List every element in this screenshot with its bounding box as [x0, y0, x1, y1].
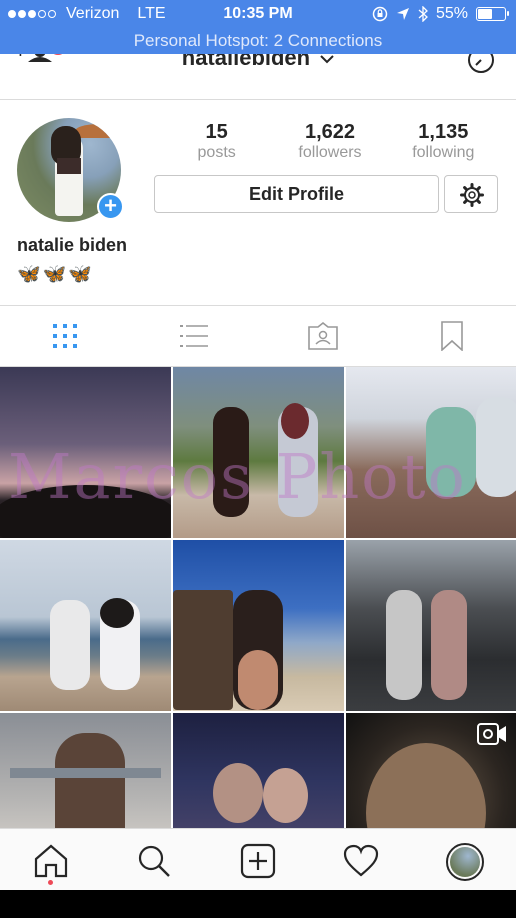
- post-grid: [0, 367, 516, 828]
- following-count: 1,135: [418, 121, 469, 143]
- profile-stats: 15 posts 1,622 followers 1,135 following: [160, 120, 500, 164]
- status-bar: Verizon LTE 10:35 PM 55%: [0, 0, 516, 30]
- screen-rotation-lock-icon: [372, 6, 388, 22]
- grid-view-icon: [52, 324, 77, 348]
- username-switcher[interactable]: nataliebiden: [0, 54, 516, 71]
- tab-tagged[interactable]: [258, 306, 387, 366]
- bottom-tab-bar: [0, 828, 516, 890]
- search-icon[interactable]: [136, 843, 172, 879]
- post-thumbnail[interactable]: [0, 540, 171, 711]
- profile-top-nav: + nataliebiden: [0, 54, 516, 100]
- profile-full-name: natalie biden: [17, 235, 128, 255]
- watermark: Marcos Photo: [8, 440, 467, 513]
- post-thumbnail[interactable]: [173, 713, 344, 828]
- post-thumbnail[interactable]: [346, 540, 516, 711]
- home-active-indicator: [48, 880, 53, 885]
- saved-icon: [440, 321, 463, 351]
- edit-profile-button[interactable]: Edit Profile: [154, 175, 439, 213]
- profile-view-tabs: [0, 305, 516, 367]
- list-view-icon: [179, 325, 208, 347]
- settings-button[interactable]: [444, 175, 498, 213]
- activity-heart-icon[interactable]: [343, 843, 379, 879]
- followers-count: 1,622: [304, 121, 356, 143]
- home-icon[interactable]: [33, 843, 69, 879]
- posts-count: 15: [205, 121, 228, 143]
- new-post-icon[interactable]: [240, 843, 276, 879]
- tab-list[interactable]: [129, 306, 258, 366]
- post-thumbnail-video[interactable]: [346, 713, 516, 828]
- stat-following[interactable]: 1,135 following: [387, 120, 500, 164]
- tab-saved[interactable]: [387, 306, 516, 366]
- location-arrow-icon: [396, 8, 409, 20]
- bluetooth-icon: [418, 6, 428, 22]
- history-icon[interactable]: [466, 54, 496, 78]
- battery-percent: 55%: [435, 5, 468, 22]
- tagged-photos-icon: [307, 322, 338, 350]
- gear-icon: [460, 183, 484, 207]
- username: nataliebiden: [181, 54, 311, 70]
- posts-label: posts: [197, 144, 236, 161]
- hotspot-banner[interactable]: Personal Hotspot: 2 Connections: [0, 30, 516, 54]
- stat-followers[interactable]: 1,622 followers: [273, 120, 386, 164]
- add-story-button[interactable]: +: [97, 193, 124, 220]
- profile-bio: 🦋🦋🦋: [17, 264, 94, 285]
- profile-tab-avatar[interactable]: [446, 843, 484, 881]
- post-thumbnail[interactable]: [173, 540, 344, 711]
- post-thumbnail[interactable]: [0, 713, 171, 828]
- following-label: following: [412, 144, 475, 161]
- chevron-down-icon: [320, 55, 334, 64]
- battery-icon: [476, 7, 509, 21]
- screen-bottom-border: [0, 890, 516, 918]
- tab-grid[interactable]: [0, 306, 129, 366]
- video-camera-icon: [477, 723, 506, 745]
- followers-label: followers: [298, 144, 362, 161]
- stat-posts[interactable]: 15 posts: [160, 120, 273, 164]
